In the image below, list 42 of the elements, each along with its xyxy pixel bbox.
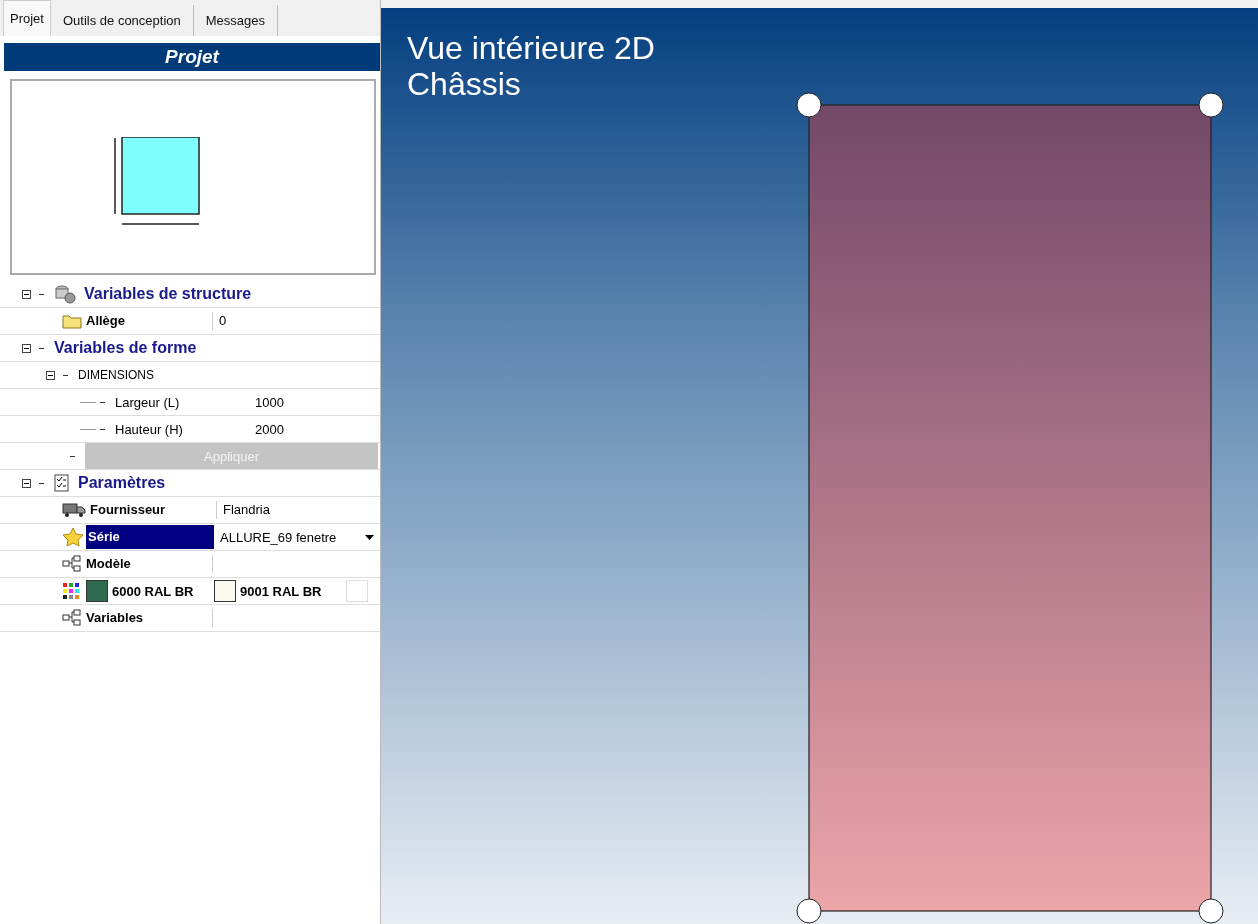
collapse-icon[interactable] xyxy=(22,478,31,488)
tab[interactable]: Projet xyxy=(3,0,51,36)
panel-title: Projet xyxy=(4,43,380,71)
series-dropdown[interactable]: ALLURE_69 fenetre xyxy=(214,525,380,549)
property-label[interactable]: Fournisseur xyxy=(88,498,216,522)
section-title: Variables de structure xyxy=(84,285,252,303)
color-swatch[interactable] xyxy=(86,580,108,602)
resize-handle[interactable] xyxy=(796,92,822,118)
window-frame-shape[interactable] xyxy=(808,104,1212,912)
caret-icon xyxy=(365,534,374,540)
resize-handle[interactable] xyxy=(796,898,822,924)
property-value: 0 xyxy=(212,312,227,330)
color-label: 6000 RAL BR xyxy=(112,583,195,599)
collapse-icon[interactable] xyxy=(46,370,55,380)
property-label[interactable]: Allège xyxy=(84,309,212,333)
view-subtitle: Châssis xyxy=(407,66,522,102)
property-value: Flandria xyxy=(216,501,270,519)
property-label[interactable]: Modèle xyxy=(84,552,212,576)
hierarchy-icon xyxy=(62,555,82,573)
truck-icon xyxy=(62,502,86,518)
resize-handle[interactable] xyxy=(1198,92,1224,118)
group-label: DIMENSIONS xyxy=(78,368,154,382)
property-label[interactable]: Série xyxy=(86,525,214,549)
hierarchy-icon xyxy=(62,609,82,627)
star-icon xyxy=(62,527,84,547)
dimension-value[interactable]: 1000 xyxy=(255,394,284,410)
checklist-icon xyxy=(54,474,70,492)
resize-handle[interactable] xyxy=(1198,898,1224,924)
property-label[interactable]: Variables xyxy=(84,606,212,630)
collapse-icon[interactable] xyxy=(22,343,31,353)
dimension-label: Largeur (L) xyxy=(115,394,181,410)
dimension-label: Hauteur (H) xyxy=(115,421,184,437)
view-title: Vue intérieure 2D xyxy=(407,30,656,66)
database-icon xyxy=(54,284,76,304)
section-title: Paramètres xyxy=(78,474,166,492)
collapse-icon[interactable] xyxy=(22,289,31,299)
section-title: Variables de forme xyxy=(54,339,197,357)
color-swatch[interactable] xyxy=(214,580,236,602)
color-grid-icon xyxy=(62,582,80,600)
dimension-value[interactable]: 2000 xyxy=(255,421,284,437)
folder-icon xyxy=(62,313,82,329)
color-label: 9001 RAL BR xyxy=(240,583,323,599)
